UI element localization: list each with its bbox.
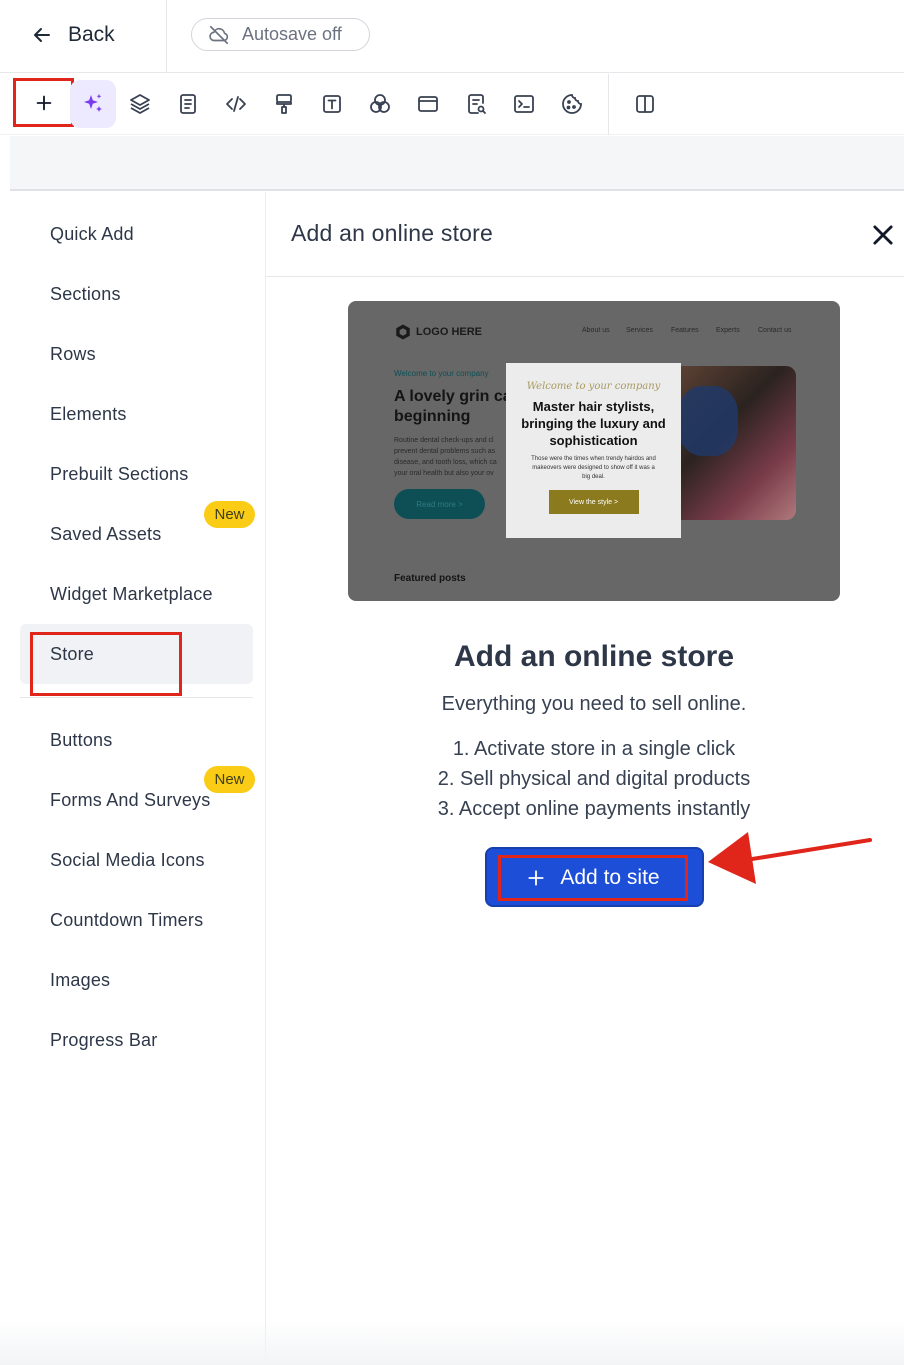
ai-assistant-button[interactable] (70, 80, 116, 128)
feature-item: 1. Activate store in a single click (452, 738, 736, 760)
sidebar-item-social-media-icons[interactable]: Social Media Icons (50, 850, 205, 871)
store-heading: Add an online store (453, 640, 735, 673)
page-icon (180, 94, 196, 114)
store-highlight-box (30, 632, 182, 696)
preview-nav-item: About us (582, 327, 610, 334)
preview-body-text: Routine dental check-ups and cl prevent … (394, 437, 497, 477)
close-button[interactable] (869, 221, 897, 249)
layout-button[interactable] (405, 80, 451, 128)
cookie-button[interactable] (549, 80, 595, 128)
add-to-site-highlight: Add to site (498, 855, 688, 901)
code-icon (226, 96, 246, 112)
custom-code-button[interactable] (501, 80, 547, 128)
sidebar-item-progress-bar[interactable]: Progress Bar (50, 1030, 157, 1051)
new-badge: New (204, 501, 255, 528)
sidebar-item-widget-marketplace[interactable]: Widget Marketplace (50, 584, 213, 605)
terminal-icon (514, 95, 534, 113)
text-button[interactable] (309, 80, 355, 128)
plus-icon (528, 870, 544, 886)
preview-card-title: Master hair stylists, bringing the luxur… (521, 399, 666, 448)
preview-nav-item: Experts (716, 327, 740, 334)
styles-button[interactable] (261, 80, 307, 128)
cloud-off-icon (209, 25, 229, 44)
page-search-icon (468, 94, 486, 114)
text-icon (323, 95, 341, 113)
feature-item: 2. Sell physical and digital products (437, 768, 751, 790)
panel-title: Add an online store (291, 220, 493, 246)
sidebar-item-prebuilt-sections[interactable]: Prebuilt Sections (50, 464, 188, 485)
arrow-left-icon (34, 28, 50, 42)
sidebar-item-rows[interactable]: Rows (50, 344, 96, 365)
preview-card-text: Those were the times when trendy hairdos… (531, 456, 656, 480)
sparkles-icon (84, 94, 102, 112)
color-circles-icon (370, 94, 390, 113)
preview-nav-item: Services (626, 327, 653, 334)
back-button[interactable]: Back (30, 18, 115, 52)
colors-button[interactable] (357, 80, 403, 128)
split-view-button[interactable] (622, 80, 668, 128)
layers-button[interactable] (117, 80, 163, 128)
preview-welcome: Welcome to your company (394, 369, 489, 378)
top-bar: Back Autosave off (0, 0, 904, 73)
close-icon (873, 225, 893, 245)
add-elements-sidebar: Quick Add Sections Rows Elements Prebuil… (10, 192, 266, 1365)
seo-button[interactable] (453, 80, 499, 128)
sidebar-item-elements[interactable]: Elements (50, 404, 127, 425)
preview-read-more: Read more > (394, 489, 485, 519)
preview-nav-item: Contact us (758, 327, 792, 334)
sidebar-item-forms-and-surveys[interactable]: Forms And Surveys (50, 790, 210, 811)
bottom-shadow (0, 1320, 904, 1365)
sidebar-item-sections[interactable]: Sections (50, 284, 121, 305)
paint-roller-icon (276, 94, 292, 114)
feature-item: 3. Accept online payments instantly (437, 798, 751, 820)
divider (266, 276, 904, 277)
store-preview-image: LOGO HERE About us Services Features Exp… (348, 301, 840, 601)
back-label: Back (68, 23, 115, 46)
add-to-site-label: Add to site (560, 866, 660, 889)
preview-card-button: View the style > (548, 490, 639, 514)
split-view-icon (636, 95, 654, 113)
add-elements-button[interactable] (13, 78, 74, 127)
sidebar-item-quick-add[interactable]: Quick Add (50, 224, 134, 245)
preview-logo: LOGO HERE (394, 323, 482, 341)
add-to-site-button[interactable]: Add to site (485, 847, 704, 907)
autosave-toggle[interactable]: Autosave off (191, 18, 370, 51)
features-list: 1. Activate store in a single click 2. S… (266, 734, 904, 824)
preview-featured: Featured posts (394, 573, 466, 584)
preview-card-script: Welcome to your company (526, 381, 661, 392)
hexagon-logo-icon (396, 324, 410, 340)
sidebar-item-saved-assets[interactable]: Saved Assets (50, 524, 161, 545)
editor-toolbar (0, 74, 904, 135)
preview-card: Welcome to your company Master hair styl… (506, 363, 681, 538)
store-subtitle: Everything you need to sell online. (441, 693, 747, 715)
window-icon (418, 96, 438, 112)
divider (166, 0, 167, 73)
sidebar-item-countdown-timers[interactable]: Countdown Timers (50, 910, 203, 931)
cookie-icon (562, 94, 582, 114)
sidebar-item-images[interactable]: Images (50, 970, 110, 991)
preview-logo-text: LOGO HERE (416, 326, 483, 338)
divider (20, 697, 253, 698)
divider (608, 74, 609, 135)
code-button[interactable] (213, 80, 259, 128)
plus-icon (36, 95, 51, 110)
preview-nav-item: Features (671, 327, 699, 334)
pages-button[interactable] (165, 80, 211, 128)
layers-icon (130, 94, 150, 114)
sidebar-item-buttons[interactable]: Buttons (50, 730, 112, 751)
autosave-label: Autosave off (242, 24, 342, 44)
red-arrow-annotation (708, 832, 872, 884)
new-badge: New (204, 766, 255, 793)
canvas-area (10, 136, 904, 191)
